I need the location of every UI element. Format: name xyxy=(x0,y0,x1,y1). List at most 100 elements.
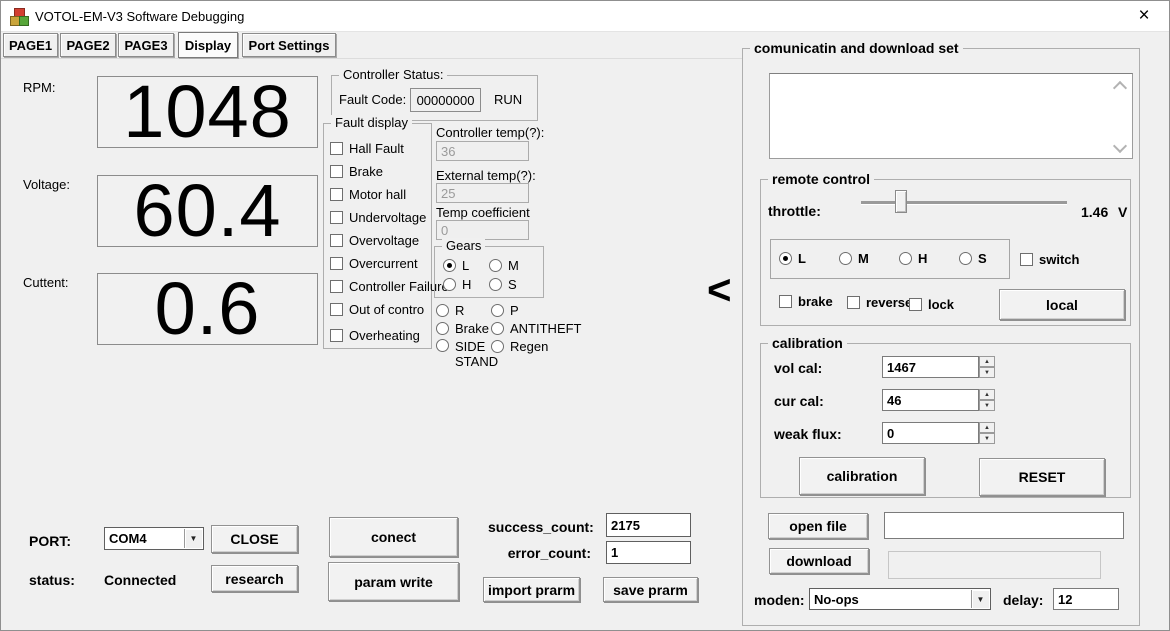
research-button[interactable]: research xyxy=(211,565,298,592)
vol-cal-spin-down-icon[interactable]: ▼ xyxy=(979,367,995,378)
gear-l-radio[interactable] xyxy=(443,259,456,272)
comm-log-textarea[interactable] xyxy=(769,73,1133,159)
overheating-label: Overheating xyxy=(349,328,420,343)
tab-divider xyxy=(1,58,742,59)
port-dropdown[interactable]: COM4 ▼ xyxy=(104,527,204,550)
undervoltage-checkbox[interactable] xyxy=(330,211,343,224)
cur-cal-input[interactable]: 46 xyxy=(882,389,979,411)
fault-display-title: Fault display xyxy=(331,115,412,130)
error-count-input[interactable]: 1 xyxy=(606,541,691,564)
close-port-button[interactable]: CLOSE xyxy=(211,525,298,553)
overvoltage-checkbox[interactable] xyxy=(330,234,343,247)
port-dropdown-arrow-icon[interactable]: ▼ xyxy=(184,529,202,548)
remote-gear-h-radio[interactable] xyxy=(899,252,912,265)
gear-s-radio[interactable] xyxy=(489,278,502,291)
overheating-checkbox[interactable] xyxy=(330,329,343,342)
undervoltage-label: Undervoltage xyxy=(349,210,426,225)
calibration-group: calibration vol cal: 1467 ▲ ▼ cur cal: 4… xyxy=(760,343,1131,498)
fault-display-group: Fault display Hall Fault Brake Motor hal… xyxy=(323,123,432,349)
switch-label: switch xyxy=(1039,252,1079,267)
throttle-unit: V xyxy=(1118,204,1127,220)
tab-port-settings[interactable]: Port Settings xyxy=(242,33,336,57)
vol-cal-input[interactable]: 1467 xyxy=(882,356,979,378)
state-p-radio[interactable] xyxy=(491,304,504,317)
collapse-panel-arrow: < xyxy=(707,269,732,311)
comm-download-title: comunicatin and download set xyxy=(750,40,963,56)
cur-cal-spin-up-icon[interactable]: ▲ xyxy=(979,389,995,400)
lock-label: lock xyxy=(928,297,954,312)
import-param-button[interactable]: import prarm xyxy=(483,577,580,602)
hall-fault-checkbox[interactable] xyxy=(330,142,343,155)
status-label: status: xyxy=(29,572,75,588)
lock-checkbox[interactable] xyxy=(909,298,922,311)
gear-h-label: H xyxy=(462,277,471,292)
brake-fault-checkbox[interactable] xyxy=(330,165,343,178)
close-icon[interactable]: × xyxy=(1129,4,1159,28)
gear-h-radio[interactable] xyxy=(443,278,456,291)
save-param-button[interactable]: save prarm xyxy=(603,577,698,602)
weak-flux-spin-down-icon[interactable]: ▼ xyxy=(979,433,995,444)
state-r-radio[interactable] xyxy=(436,304,449,317)
window-title: VOTOL-EM-V3 Software Debugging xyxy=(35,9,244,24)
throttle-value: 1.46 xyxy=(1081,204,1108,220)
titlebar: VOTOL-EM-V3 Software Debugging × xyxy=(1,1,1169,32)
controller-failure-checkbox[interactable] xyxy=(330,280,343,293)
state-side-stand-radio[interactable] xyxy=(436,339,449,352)
controller-temp-field: 36 xyxy=(436,141,529,161)
out-of-control-label: Out of contro xyxy=(349,302,424,317)
state-antitheft-radio[interactable] xyxy=(491,322,504,335)
param-write-button[interactable]: param write xyxy=(328,562,459,601)
moden-dropdown[interactable]: No-ops ▼ xyxy=(809,588,991,610)
current-display: 0.6 xyxy=(97,273,318,345)
remote-gear-l-radio[interactable] xyxy=(779,252,792,265)
open-file-button[interactable]: open file xyxy=(768,513,868,539)
delay-input[interactable]: 12 xyxy=(1053,588,1119,610)
tab-display[interactable]: Display xyxy=(178,32,238,58)
weak-flux-input[interactable]: 0 xyxy=(882,422,979,444)
temp-coefficient-label: Temp coefficient xyxy=(436,205,530,220)
fault-code-label: Fault Code: xyxy=(339,92,406,107)
gears-title: Gears xyxy=(442,238,485,253)
calibration-title: calibration xyxy=(768,335,847,351)
success-count-input[interactable]: 2175 xyxy=(606,513,691,537)
state-p-label: P xyxy=(510,303,519,318)
download-button[interactable]: download xyxy=(769,548,869,574)
throttle-slider-handle[interactable] xyxy=(895,190,907,213)
moden-dropdown-arrow-icon[interactable]: ▼ xyxy=(971,590,989,608)
motor-hall-checkbox[interactable] xyxy=(330,188,343,201)
gear-s-label: S xyxy=(508,277,517,292)
vol-cal-label: vol cal: xyxy=(774,360,822,376)
tab-page2[interactable]: PAGE2 xyxy=(60,33,116,57)
brake-checkbox[interactable] xyxy=(779,295,792,308)
file-path-input[interactable] xyxy=(884,512,1124,539)
reverse-checkbox[interactable] xyxy=(847,296,860,309)
external-temp-field: 25 xyxy=(436,183,529,203)
reset-button[interactable]: RESET xyxy=(979,458,1105,496)
gear-m-radio[interactable] xyxy=(489,259,502,272)
out-of-control-checkbox[interactable] xyxy=(330,303,343,316)
current-label: Cuttent: xyxy=(23,275,69,290)
remote-gear-s-radio[interactable] xyxy=(959,252,972,265)
brake-fault-label: Brake xyxy=(349,164,383,179)
tab-page1[interactable]: PAGE1 xyxy=(3,33,58,57)
cur-cal-spin-down-icon[interactable]: ▼ xyxy=(979,400,995,411)
overcurrent-checkbox[interactable] xyxy=(330,257,343,270)
fault-code-input[interactable]: 00000000 xyxy=(410,88,481,112)
moden-label: moden: xyxy=(754,592,805,608)
state-brake-label: Brake xyxy=(455,321,489,336)
connect-button[interactable]: conect xyxy=(329,517,458,557)
local-button[interactable]: local xyxy=(999,289,1125,320)
controller-status-title: Controller Status: xyxy=(339,67,447,82)
calibration-button[interactable]: calibration xyxy=(799,457,925,495)
state-antitheft-label: ANTITHEFT xyxy=(510,321,582,336)
weak-flux-spin-up-icon[interactable]: ▲ xyxy=(979,422,995,433)
state-brake-radio[interactable] xyxy=(436,322,449,335)
remote-gear-m-radio[interactable] xyxy=(839,252,852,265)
app-window: VOTOL-EM-V3 Software Debugging × PAGE1 P… xyxy=(0,0,1170,631)
vol-cal-spin-up-icon[interactable]: ▲ xyxy=(979,356,995,367)
switch-checkbox[interactable] xyxy=(1020,253,1033,266)
tab-page3[interactable]: PAGE3 xyxy=(118,33,174,57)
state-r-label: R xyxy=(455,303,464,318)
state-regen-radio[interactable] xyxy=(491,340,504,353)
throttle-slider-track[interactable] xyxy=(861,201,1067,205)
